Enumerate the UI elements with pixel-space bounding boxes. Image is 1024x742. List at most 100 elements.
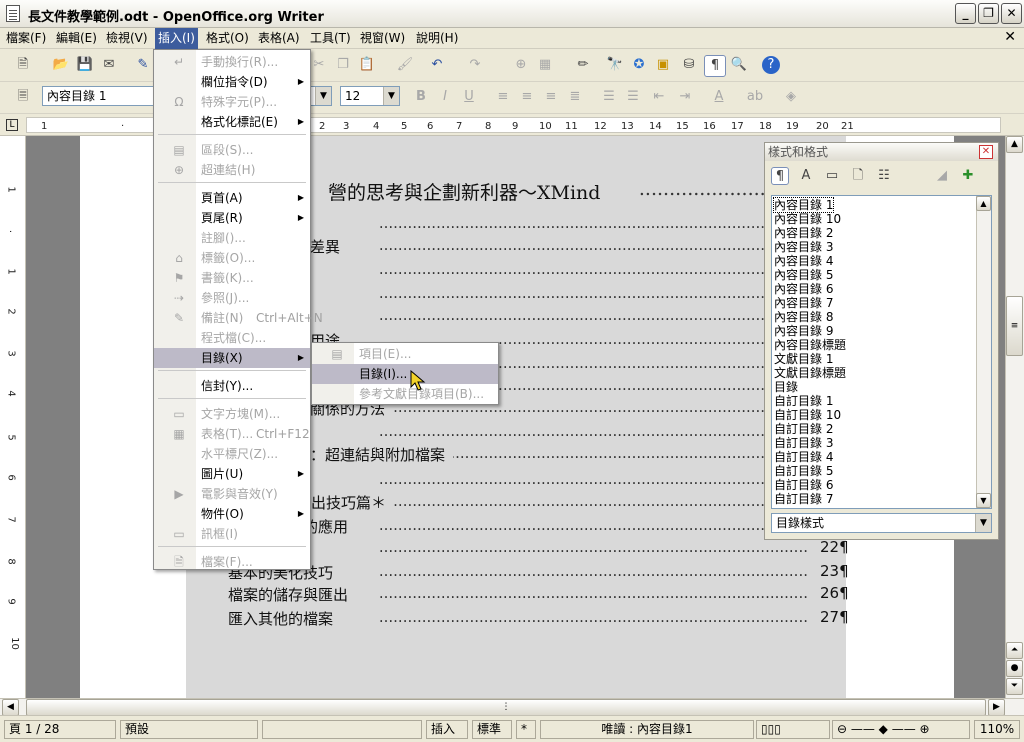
- toc-entry[interactable]: 具.......................................…: [280, 306, 808, 327]
- scroll-up-icon[interactable]: ▲: [976, 196, 991, 211]
- insert-menu-item[interactable]: 信封(Y)...: [154, 376, 310, 396]
- paste-icon[interactable]: 📋: [358, 56, 376, 74]
- gallery-icon[interactable]: ▣: [654, 56, 672, 74]
- insert-menu-item[interactable]: 頁首(A) ▶: [154, 188, 310, 208]
- style-list-item[interactable]: 目錄: [774, 380, 798, 394]
- character-styles-icon[interactable]: A: [797, 167, 815, 185]
- align-left-icon[interactable]: ≡: [494, 88, 512, 106]
- scroll-up-icon[interactable]: ▲: [1006, 136, 1023, 153]
- toc-entry[interactable]: 匯入其他的檔案.................................…: [228, 608, 808, 629]
- menu-table[interactable]: 表格(A): [255, 28, 303, 49]
- style-list-item[interactable]: 內容目錄 10: [774, 212, 841, 226]
- scroll-down-icon[interactable]: ▼: [976, 493, 991, 508]
- insert-menu-item[interactable]: 圖片(U) ▶: [154, 464, 310, 484]
- insert-menu-item[interactable]: ⌂ 標籤(O)...: [154, 248, 310, 268]
- scroll-next-page-icon[interactable]: ⏷: [1006, 678, 1023, 695]
- insert-menu-item[interactable]: ▤ 區段(S)...: [154, 140, 310, 160]
- zoom-slider[interactable]: ⊖ —— ◆ —— ⊕: [832, 720, 970, 739]
- insert-menu-item[interactable]: ⇢ 參照(J)...: [154, 288, 310, 308]
- justify-icon[interactable]: ≣: [566, 88, 584, 106]
- toc-entry[interactable]: 知識......................................…: [280, 284, 808, 305]
- decrease-indent-icon[interactable]: ⇤: [650, 88, 668, 106]
- style-list-item[interactable]: 內容目錄 1: [772, 197, 835, 213]
- minimize-button[interactable]: _: [955, 3, 976, 24]
- increase-indent-icon[interactable]: ⇥: [676, 88, 694, 106]
- selection-mode[interactable]: 標準: [472, 720, 512, 739]
- styles-list[interactable]: 內容目錄 1 內容目錄 10 內容目錄 2 內容目錄 3 內容目錄 4 內容目錄 5 內容目…: [771, 195, 992, 509]
- document-close-icon[interactable]: ✕: [1004, 29, 1016, 45]
- toc-submenu-item[interactable]: ▤ 項目(E)...: [312, 344, 498, 364]
- insert-menu-item[interactable]: 頁尾(R) ▶: [154, 208, 310, 228]
- page-style[interactable]: 預設: [120, 720, 258, 739]
- styles-formatting-icon[interactable]: 🗏: [14, 88, 32, 106]
- insert-menu-item[interactable]: ⊕ 超連結(H): [154, 160, 310, 180]
- insert-menu-item[interactable]: 註腳()...: [154, 228, 310, 248]
- style-list-item[interactable]: 內容目錄標題: [774, 338, 846, 352]
- draw-functions-icon[interactable]: ✏: [574, 56, 592, 74]
- restore-button[interactable]: ❐: [978, 3, 999, 24]
- paragraph-styles-icon[interactable]: ¶: [771, 167, 789, 185]
- style-list-item[interactable]: 內容目錄 2: [774, 226, 833, 240]
- style-list-item[interactable]: 文獻目錄 1: [774, 352, 833, 366]
- style-list-item[interactable]: 內容目錄 6: [774, 282, 833, 296]
- insert-menu-item[interactable]: 欄位指令(D) ▶: [154, 72, 310, 92]
- style-list-item[interactable]: 內容目錄 3: [774, 240, 833, 254]
- toc-entry[interactable]: 營的思考與企劃新利器～XMind........................…: [328, 178, 808, 205]
- scroll-prev-page-icon[interactable]: ⏶: [1006, 642, 1023, 659]
- chevron-down-icon[interactable]: ▼: [975, 514, 991, 532]
- close-icon[interactable]: ✕: [979, 145, 993, 159]
- data-sources-icon[interactable]: ⛁: [680, 56, 698, 74]
- insert-menu-item[interactable]: Ω 特殊字元(P)...: [154, 92, 310, 112]
- style-list-item[interactable]: 自訂目錄 2: [774, 422, 833, 436]
- bullets-icon[interactable]: ☰: [624, 88, 642, 106]
- align-center-icon[interactable]: ≡: [518, 88, 536, 106]
- insert-menu-item[interactable]: 格式化標記(E) ▶: [154, 112, 310, 132]
- style-list-item[interactable]: 自訂目錄 7: [774, 492, 833, 506]
- navigator-icon[interactable]: ✪: [630, 56, 648, 74]
- frame-styles-icon[interactable]: ▭: [823, 167, 841, 185]
- toc-entry[interactable]: 版本差異....................................…: [280, 236, 808, 257]
- font-color-icon[interactable]: A: [710, 88, 728, 106]
- formatting-marks-icon[interactable]: ¶: [704, 55, 726, 77]
- insert-menu-item[interactable]: 水平標尺(Z)...: [154, 444, 310, 464]
- paragraph-style-combo[interactable]: 內容目錄 1: [42, 86, 154, 106]
- style-list-item[interactable]: 自訂目錄 6: [774, 478, 833, 492]
- bold-icon[interactable]: B: [412, 88, 430, 106]
- edit-file-icon[interactable]: ✎: [134, 56, 152, 74]
- style-filter-combo[interactable]: 目錄樣式 ▼: [771, 513, 992, 533]
- redo-icon[interactable]: ↷: [466, 56, 484, 74]
- help-icon[interactable]: ?: [762, 56, 780, 74]
- undo-icon[interactable]: ↶: [428, 56, 446, 74]
- toc-entry[interactable]: 檔案的儲存與匯出................................…: [228, 584, 808, 605]
- clone-format-icon[interactable]: 🖌: [396, 56, 414, 74]
- horizontal-scrollbar[interactable]: ◀ ⋮ ▶: [0, 698, 1024, 716]
- hyperlink-icon[interactable]: ⊕: [512, 56, 530, 74]
- toc-submenu-item[interactable]: 參考文獻目錄項目(B)...: [312, 384, 498, 404]
- insert-menu-item[interactable]: ⚑ 書籤(K)...: [154, 268, 310, 288]
- table-icon[interactable]: ▦: [536, 56, 554, 74]
- view-layout[interactable]: ▯▯▯: [756, 720, 830, 739]
- copy-icon[interactable]: ❐: [334, 56, 352, 74]
- italic-icon[interactable]: I: [436, 88, 454, 106]
- h-scroll-thumb[interactable]: ⋮: [26, 699, 986, 716]
- menu-tools[interactable]: 工具(T): [307, 28, 354, 49]
- open-folder-icon[interactable]: 📂: [52, 56, 70, 74]
- numbering-icon[interactable]: ☰: [600, 88, 618, 106]
- zoom-value[interactable]: 110%: [974, 720, 1020, 739]
- insert-menu-item[interactable]: ✎ 備註(N) Ctrl+Alt+N: [154, 308, 323, 328]
- insert-menu-item[interactable]: ▶ 電影與音效(Y): [154, 484, 310, 504]
- toc-entry[interactable]: 資源：超連結與附加檔案.............................…: [280, 444, 808, 465]
- insert-menu-item[interactable]: 物件(O) ▶: [154, 504, 310, 524]
- insert-menu-item[interactable]: ▭ 文字方塊(M)...: [154, 404, 310, 424]
- toc-submenu-item[interactable]: 目錄(I)...: [312, 364, 498, 384]
- toc-entry[interactable]: 風格與樣式的應用................................…: [228, 516, 808, 537]
- insert-menu-item[interactable]: 🗎 檔案(F)...: [154, 552, 310, 572]
- menu-view[interactable]: 檢視(V): [103, 28, 151, 49]
- insert-menu-item[interactable]: ↵ 手動換行(R)...: [154, 52, 310, 72]
- highlighting-icon[interactable]: ab: [746, 88, 764, 106]
- navigation-icon[interactable]: ●: [1006, 660, 1023, 677]
- underline-icon[interactable]: U: [460, 88, 478, 106]
- style-list-item[interactable]: 內容目錄 8: [774, 310, 833, 324]
- style-list-item[interactable]: 自訂目錄 5: [774, 464, 833, 478]
- tab-stop-icon[interactable]: L: [6, 119, 18, 131]
